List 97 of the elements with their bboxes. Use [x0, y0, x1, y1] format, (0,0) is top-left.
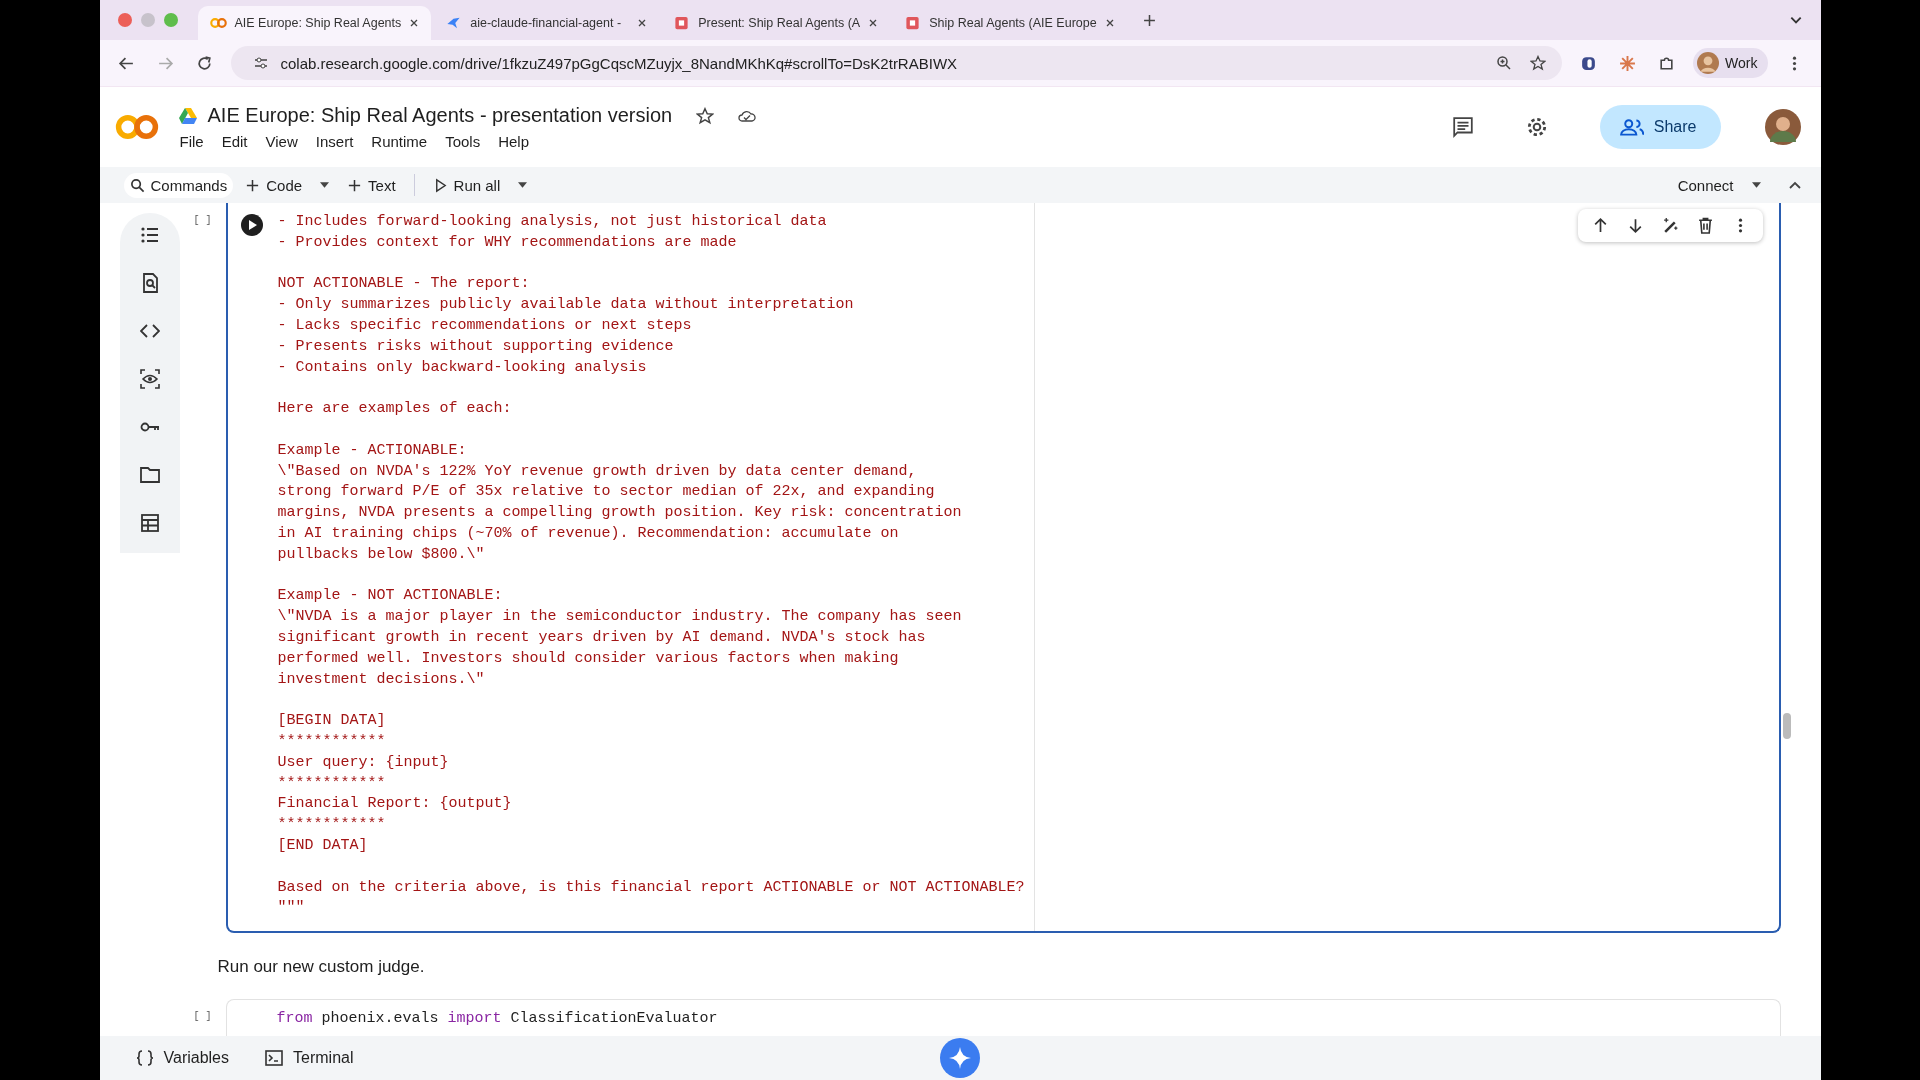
- drive-icon[interactable]: [177, 106, 198, 125]
- code-line: Based on the criteria above, is this financial report ACTIONABLE or NOT ACTIONABLE?: [277, 877, 1026, 898]
- code-line: ************: [277, 731, 387, 752]
- code-cell[interactable]: [225, 203, 1781, 934]
- code-line: margins, NVDA presents a compelling growth position. Key risk: concentration: [277, 503, 963, 524]
- code-line: [END DATA]: [277, 835, 369, 856]
- code-line: ************: [277, 773, 387, 794]
- code-line: strong forward P/E of 35x relative to sector median of 22x, and expanding: [277, 482, 936, 503]
- star-icon[interactable]: [696, 106, 715, 125]
- code-line: Example - NOT ACTIONABLE:: [277, 586, 504, 607]
- avatar-icon: [1697, 52, 1720, 74]
- execution-count: [ ]: [193, 214, 213, 228]
- code-line: - Includes forward-looking analysis, not just historical data: [277, 212, 828, 232]
- code-line: - Presents risks without supporting evidence: [277, 336, 675, 357]
- braces-icon: [135, 1050, 154, 1066]
- folder-icon[interactable]: [139, 465, 160, 485]
- markdown-text: Run our new custom judge.: [217, 957, 426, 978]
- extension-icon[interactable]: [1580, 54, 1598, 72]
- code-line: ************: [277, 815, 387, 836]
- code-line: Financial Report: {output}: [277, 794, 513, 815]
- avatar-icon[interactable]: [1764, 109, 1801, 145]
- puzzle-icon[interactable]: [1658, 54, 1676, 72]
- code-line: NOT ACTIONABLE - The report:: [277, 274, 531, 295]
- caret-icon[interactable]: [320, 182, 330, 188]
- code-line: investment decisions.\": [277, 669, 486, 690]
- code-line: - Provides context for WHY recommendations are made: [277, 232, 738, 253]
- site-settings-icon[interactable]: [252, 55, 269, 71]
- sparkle-icon[interactable]: [939, 1038, 980, 1078]
- menu-item[interactable]: Insert: [315, 133, 354, 150]
- profile-button[interactable]: Work: [1693, 48, 1768, 78]
- caret-icon[interactable]: [518, 182, 528, 188]
- close-tab-icon[interactable]: [1104, 18, 1115, 28]
- code-line: Example - ACTIONABLE:: [277, 440, 468, 461]
- table-of-contents-icon[interactable]: [139, 225, 160, 245]
- code-line: pullbacks below $800.\": [277, 544, 486, 565]
- comment-icon[interactable]: [1451, 116, 1474, 138]
- execution-count: [ ]: [193, 1010, 213, 1025]
- code-line: from phoenix.evals import ClassificationEvaluator: [276, 1010, 719, 1030]
- settings-icon[interactable]: [1525, 116, 1548, 138]
- slides-icon: [904, 16, 922, 30]
- bookmark-star-icon[interactable]: [1530, 55, 1547, 71]
- browser-tab[interactable]: AIE Europe: Ship Real Agents: [197, 6, 432, 40]
- close-tab-icon[interactable]: [409, 18, 420, 28]
- share-button[interactable]: Share: [1599, 105, 1721, 149]
- menu-item[interactable]: Edit: [221, 133, 248, 150]
- browser-tab[interactable]: aie-claude-financial-agent -: [433, 6, 660, 40]
- menu-item[interactable]: View: [265, 133, 298, 150]
- terminal-button[interactable]: Terminal: [259, 1048, 360, 1068]
- close-tab-icon[interactable]: [868, 18, 879, 28]
- close-window-icon[interactable]: [117, 13, 132, 27]
- menu-item[interactable]: Runtime: [371, 133, 428, 150]
- run-cell-icon[interactable]: [239, 213, 264, 237]
- terminal-icon: [265, 1050, 283, 1066]
- magic-pen-icon[interactable]: [1661, 217, 1679, 234]
- eye-icon[interactable]: [139, 369, 160, 389]
- code-line: significant growth in recent years driven by AI demand. NVDA's stock has: [277, 627, 927, 648]
- colab-logo-icon[interactable]: [113, 113, 160, 141]
- menu-item[interactable]: Tools: [445, 133, 481, 150]
- add-code-button[interactable]: Code: [239, 172, 309, 198]
- code-line: in AI training chips (~70% of revenue). Recommendation: accumulate on: [277, 523, 900, 544]
- slides-icon: [673, 16, 691, 30]
- address-field[interactable]: colab.research.google.com/drive/1fkzuZ497pGgCqscMZuyjx_8NandMKhKq#scrollTo=DsK2trRABIWX: [230, 46, 1563, 80]
- delete-icon[interactable]: [1696, 217, 1714, 234]
- new-tab-icon[interactable]: [1142, 13, 1156, 27]
- code-line: [BEGIN DATA]: [277, 711, 387, 732]
- colab-logo-icon: [209, 16, 227, 30]
- code-line: \"NVDA is a major player in the semiconductor industry. The company has seen: [277, 607, 963, 628]
- scrollbar-thumb[interactable]: [1782, 713, 1791, 739]
- code-line: Here are examples of each:: [277, 399, 513, 420]
- plus-icon: [347, 177, 363, 193]
- browser-tab[interactable]: Ship Real Agents (AIE Europe: [892, 6, 1127, 40]
- code-line: performed well. Investors should consider various factors when making: [277, 648, 900, 669]
- browser-tab[interactable]: Present: Ship Real Agents (A: [661, 6, 891, 40]
- plus-icon: [245, 177, 261, 193]
- menu-item[interactable]: File: [179, 133, 204, 150]
- table-icon[interactable]: [139, 513, 160, 533]
- search-icon: [129, 177, 145, 193]
- commands-button[interactable]: Commands: [123, 172, 234, 198]
- asterisk-icon[interactable]: [1619, 54, 1637, 72]
- add-text-button[interactable]: Text: [341, 172, 402, 198]
- zoom-icon[interactable]: [1496, 55, 1513, 71]
- code-line: \"Based on NVDA's 122% YoY revenue growth driven by data center demand,: [277, 461, 918, 482]
- close-tab-icon[interactable]: [637, 18, 648, 28]
- code-line: - Only summarizes publicly available data without interpretation: [277, 295, 855, 316]
- caret-icon[interactable]: [1751, 182, 1761, 188]
- notebook-title[interactable]: AIE Europe: Ship Real Agents - presentation version: [207, 104, 673, 127]
- connect-button[interactable]: Connect: [1671, 172, 1740, 198]
- code-line: """: [277, 898, 306, 919]
- code-line: - Lacks specific recommendations or next steps: [277, 316, 693, 336]
- code-line: - Contains only backward-looking analysis: [277, 357, 648, 378]
- code-line: User query: {input}: [277, 752, 450, 773]
- people-icon: [1619, 118, 1644, 136]
- run-all-button[interactable]: Run all: [426, 172, 507, 198]
- reload-icon[interactable]: [195, 54, 213, 72]
- menu-item[interactable]: Help: [498, 133, 530, 150]
- variables-button[interactable]: Variables: [129, 1048, 235, 1068]
- collapse-icon[interactable]: [1788, 181, 1801, 189]
